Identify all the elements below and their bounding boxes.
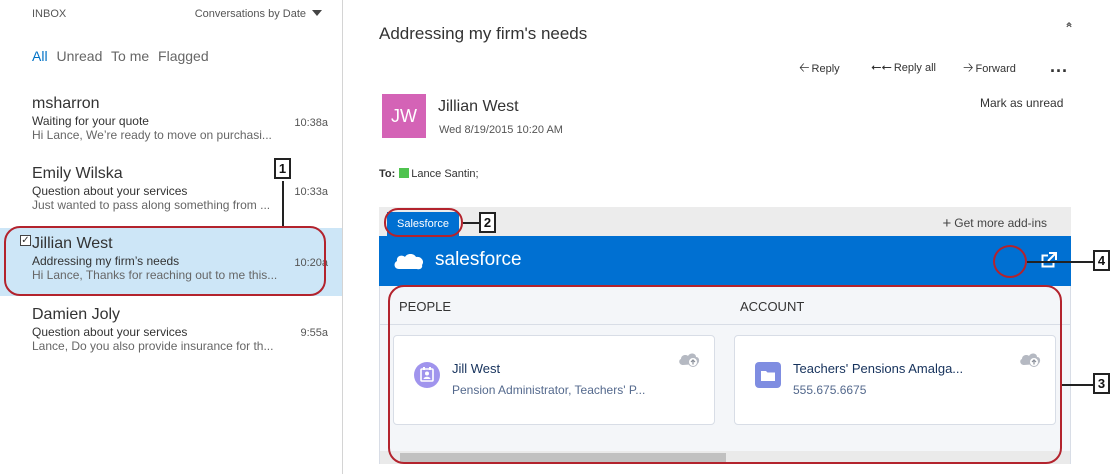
plus-icon: +	[942, 215, 952, 232]
message-preview: Lance, Do you also provide insurance for…	[32, 339, 274, 353]
reply-icon: 🡠	[799, 60, 810, 75]
callout-4-ring	[993, 245, 1027, 278]
sort-label: Conversations by Date	[194, 8, 306, 20]
to-label: To:	[379, 168, 396, 180]
message-item[interactable]: msharron Waiting for your quote Hi Lance…	[0, 94, 342, 160]
reply-button[interactable]: 🡠 Reply	[799, 59, 840, 81]
reply-all-icon: ⭠⭠	[871, 59, 892, 74]
message-item[interactable]: Damien Joly Question about your services…	[0, 305, 342, 371]
forward-icon: 🡢	[963, 60, 974, 75]
filter-to-me[interactable]: To me	[111, 48, 149, 64]
callout-2-line	[463, 222, 479, 224]
callout-2-badge: 2	[479, 212, 496, 233]
get-more-label: Get more add-ins	[954, 216, 1047, 230]
filter-bar: All Unread To me Flagged	[32, 48, 214, 64]
sort-dropdown[interactable]: Conversations by Date	[195, 8, 322, 20]
message-sender: Emily Wilska	[32, 165, 123, 182]
sort-caret-icon	[312, 10, 322, 16]
message-preview: Hi Lance, We’re ready to move on purchas…	[32, 128, 272, 142]
callout-3-line	[1062, 384, 1093, 386]
salesforce-logo-text: salesforce	[435, 249, 522, 270]
callout-1-ring	[4, 226, 326, 296]
callout-3-ring	[388, 285, 1062, 464]
callout-2-ring	[384, 208, 463, 237]
callout-4-line	[1027, 261, 1093, 263]
get-more-addins-link[interactable]: + Get more add-ins	[943, 215, 1047, 232]
reply-label: Reply	[811, 63, 840, 75]
filter-flagged[interactable]: Flagged	[158, 48, 209, 64]
message-sender: msharron	[32, 95, 100, 112]
reply-all-label: Reply all	[893, 62, 936, 74]
popout-icon[interactable]	[1041, 252, 1057, 268]
recipient-name[interactable]: Lance Santin;	[411, 168, 478, 180]
sent-date: Wed 8/19/2015 10:20 AM	[439, 124, 563, 136]
callout-3-badge: 3	[1093, 373, 1110, 394]
sender-name[interactable]: Jillian West	[438, 98, 519, 116]
recipients-line: To: Lance Santin;	[379, 168, 479, 180]
reply-all-button[interactable]: ⭠⭠ Reply all	[871, 59, 936, 75]
collapse-icon[interactable]: ⌃ ⌃	[1064, 20, 1074, 48]
message-time: 9:55a	[300, 327, 328, 339]
callout-4-badge: 4	[1093, 250, 1110, 271]
message-subject: Question about your services	[32, 325, 188, 339]
message-sender: Damien Joly	[32, 306, 121, 323]
inbox-header: INBOX Conversations by Date	[32, 8, 322, 24]
salesforce-header: salesforce	[379, 236, 1071, 286]
mark-unread-link[interactable]: Mark as unread	[980, 96, 1063, 110]
presence-icon	[399, 168, 410, 178]
forward-button[interactable]: 🡢 Forward	[963, 59, 1016, 81]
filter-all[interactable]: All	[32, 48, 48, 64]
callout-1-line	[282, 181, 284, 226]
salesforce-cloud-icon	[394, 254, 424, 270]
avatar: JW	[382, 94, 426, 138]
message-subject-heading: Addressing my firm's needs	[379, 24, 588, 43]
inbox-title: INBOX	[32, 8, 67, 20]
forward-label: Forward	[975, 63, 1016, 75]
filter-unread[interactable]: Unread	[56, 48, 102, 64]
message-time: 10:33a	[294, 186, 328, 198]
message-time: 10:38a	[294, 117, 328, 129]
more-icon[interactable]: ...	[1050, 56, 1068, 77]
callout-1-badge: 1	[274, 158, 291, 179]
message-preview: Just wanted to pass along something from…	[32, 198, 271, 212]
